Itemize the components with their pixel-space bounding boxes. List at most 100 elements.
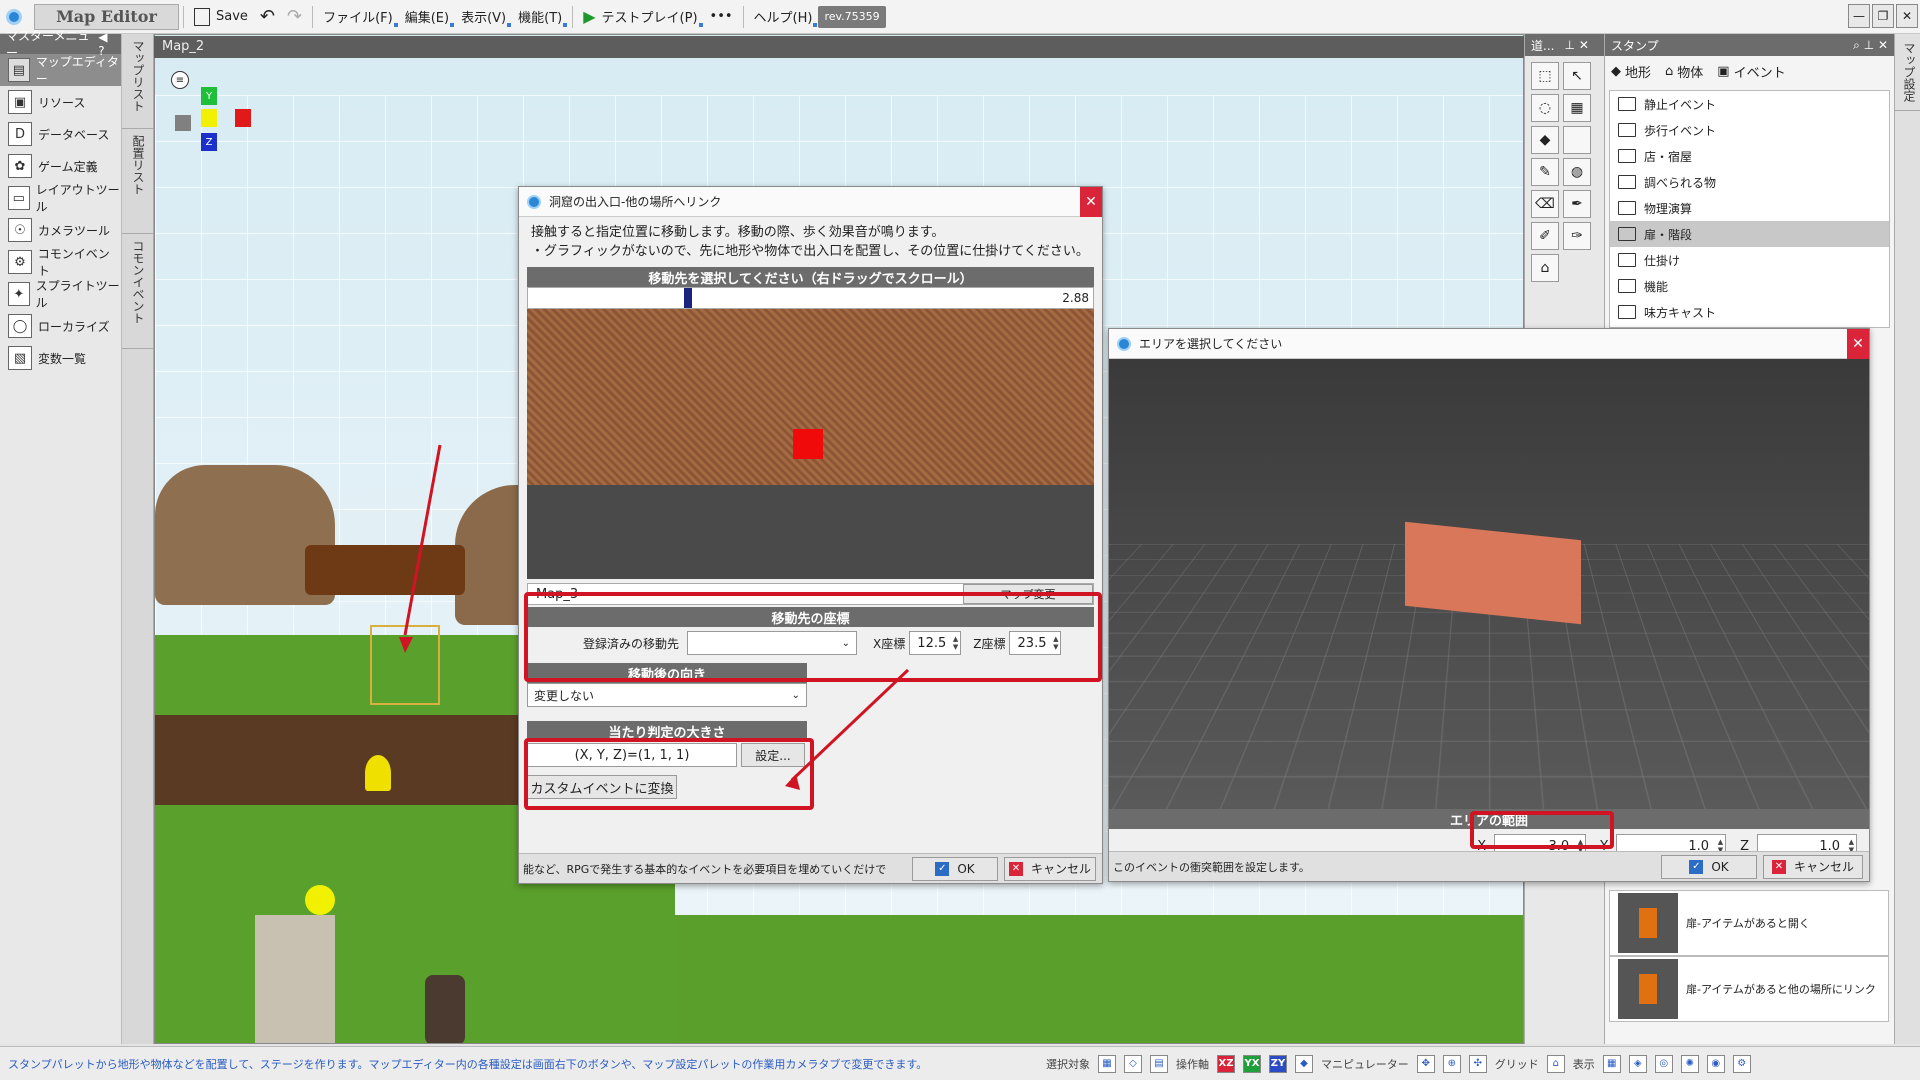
- minimize-button[interactable]: —: [1848, 4, 1870, 28]
- test-play-button[interactable]: ▶ テストプレイ(P): [577, 4, 703, 30]
- ok-button[interactable]: ✓ OK: [1661, 854, 1757, 879]
- grid-icon[interactable]: ⌂: [1546, 1054, 1565, 1073]
- house-tool-icon[interactable]: ⌂: [1531, 254, 1559, 282]
- pin-icon[interactable]: ⊥: [1564, 38, 1574, 52]
- restore-button[interactable]: ❐: [1872, 4, 1894, 28]
- axis-x-handle[interactable]: [235, 109, 251, 127]
- menu-help[interactable]: ヘルプ(H): [748, 4, 819, 30]
- redo-button[interactable]: ↷: [281, 4, 308, 30]
- rotate-manipulator-icon[interactable]: ⊕: [1442, 1054, 1461, 1073]
- pin-icon[interactable]: ⊥: [1864, 38, 1874, 52]
- axis-gizmo[interactable]: Y Z: [175, 75, 265, 155]
- cancel-button[interactable]: ✕ キャンセル: [1004, 856, 1096, 881]
- brush-tool-icon[interactable]: ✐: [1531, 222, 1559, 250]
- display-collision-icon[interactable]: ◉: [1706, 1054, 1725, 1073]
- lasso-tool-icon[interactable]: ◌: [1531, 94, 1559, 122]
- menu-file[interactable]: ファイル(F): [317, 4, 399, 30]
- map-tab[interactable]: Map_2: [154, 36, 1524, 58]
- more-button[interactable]: •••: [704, 4, 739, 30]
- display-light-icon[interactable]: ✺: [1680, 1054, 1699, 1073]
- nav-item-database[interactable]: D データベース: [0, 118, 121, 150]
- nav-item-game-definition[interactable]: ✿ ゲーム定義: [0, 150, 121, 182]
- app-icon: [0, 4, 28, 30]
- save-button[interactable]: Save: [188, 4, 254, 30]
- nav-item-camera-tool[interactable]: ☉ カメラツール: [0, 214, 121, 246]
- select-tool-icon[interactable]: ⬚: [1531, 62, 1559, 90]
- destination-map-preview[interactable]: [527, 309, 1094, 579]
- display-gear-icon[interactable]: ⚙: [1732, 1054, 1751, 1073]
- direction-select[interactable]: 変更しない ⌄: [527, 683, 807, 707]
- grid-tool-icon[interactable]: ▦: [1563, 94, 1591, 122]
- nav-item-common-event[interactable]: ⚙ コモンイベント: [0, 246, 121, 278]
- stamp-category[interactable]: 味方キャスト: [1610, 299, 1889, 325]
- tab-object[interactable]: ⌂ 物体: [1665, 62, 1703, 81]
- close-window-button[interactable]: ✕: [1896, 4, 1918, 28]
- viewport-menu-icon[interactable]: ≡: [171, 71, 189, 89]
- nav-item-sprite-tool[interactable]: ✦ スプライトツール: [0, 278, 121, 310]
- display-grid-icon[interactable]: ▦: [1602, 1054, 1621, 1073]
- tab-common-event[interactable]: コモンイベント: [122, 234, 155, 349]
- terrain-icon[interactable]: ▤: [1150, 1054, 1168, 1073]
- tab-placement-list[interactable]: 配置リスト: [122, 129, 155, 234]
- object-icon[interactable]: ◇: [1124, 1054, 1142, 1073]
- select-target-icon[interactable]: ▦: [1098, 1054, 1116, 1073]
- cancel-icon: ✕: [1771, 859, 1786, 874]
- fill-tool-icon[interactable]: ◍: [1563, 158, 1591, 186]
- nav-item-localize[interactable]: ◯ ローカライズ: [0, 310, 121, 342]
- zoom-slider[interactable]: 2.88: [527, 287, 1094, 309]
- nav-item-variable-list[interactable]: ▧ 変数一覧: [0, 342, 121, 374]
- eraser-tool-icon[interactable]: ⌫: [1531, 190, 1559, 218]
- display-camera-icon[interactable]: ◎: [1654, 1054, 1673, 1073]
- nav-item-resource[interactable]: ▣ リソース: [0, 86, 121, 118]
- stamp-category[interactable]: 歩行イベント: [1610, 117, 1889, 143]
- tab-terrain[interactable]: ◆ 地形: [1611, 62, 1651, 81]
- nav-item-layout-tool[interactable]: ▭ レイアウトツール: [0, 182, 121, 214]
- scale-manipulator-icon[interactable]: ✣: [1468, 1054, 1487, 1073]
- ok-button[interactable]: ✓ OK: [912, 856, 998, 881]
- zoom-slider-thumb[interactable]: [684, 288, 692, 308]
- highlight-hitbox-size: [524, 738, 814, 810]
- stamp-category[interactable]: 静止イベント: [1610, 91, 1889, 117]
- axis-zy-button[interactable]: ZY: [1269, 1054, 1287, 1073]
- pencil-tool-icon[interactable]: ✎: [1531, 158, 1559, 186]
- stamp-item[interactable]: 扉-アイテムがあると開く: [1609, 890, 1889, 956]
- cancel-button[interactable]: ✕ キャンセル: [1763, 854, 1863, 879]
- close-icon[interactable]: ✕: [1579, 38, 1589, 52]
- area-3d-preview[interactable]: [1109, 359, 1869, 809]
- map-settings-vtab[interactable]: マップ設定: [1894, 34, 1920, 1044]
- axis-z-handle[interactable]: Z: [201, 133, 217, 151]
- axis-y-handle[interactable]: Y: [201, 87, 217, 105]
- nav-item-map-editor[interactable]: ▤ マップエディター: [0, 54, 121, 86]
- close-icon[interactable]: ✕: [1878, 38, 1888, 52]
- axis-yx-button[interactable]: YX: [1243, 1054, 1261, 1073]
- stamp-category[interactable]: 物理演算: [1610, 195, 1889, 221]
- menu-edit[interactable]: 編集(E): [399, 4, 455, 30]
- menu-view[interactable]: 表示(V): [455, 4, 512, 30]
- search-icon[interactable]: ⌕: [1853, 38, 1860, 52]
- stamp-category[interactable]: 扉・階段: [1610, 221, 1889, 247]
- folder-icon: [1618, 279, 1636, 293]
- move-manipulator-icon[interactable]: ✥: [1416, 1054, 1435, 1073]
- display-layer-icon[interactable]: ◈: [1628, 1054, 1647, 1073]
- pointer-tool-icon[interactable]: ↖: [1563, 62, 1591, 90]
- stamp-tool-icon[interactable]: ✑: [1563, 222, 1591, 250]
- close-dialog-button[interactable]: ✕: [1080, 187, 1102, 217]
- stamp-category[interactable]: 調べられる物: [1610, 169, 1889, 195]
- tab-map-list[interactable]: マップリスト: [122, 34, 155, 129]
- blank-tool-icon[interactable]: [1563, 126, 1591, 154]
- eyedropper-tool-icon[interactable]: ✒: [1563, 190, 1591, 218]
- menu-function[interactable]: 機能(T): [512, 4, 568, 30]
- tab-event[interactable]: ▣ イベント: [1717, 62, 1785, 81]
- check-icon: ✓: [935, 861, 950, 876]
- stamp-item[interactable]: 扉-アイテムがあると他の場所にリンク: [1609, 956, 1889, 1022]
- axis-xz-button[interactable]: XZ: [1217, 1054, 1235, 1073]
- collapse-icon[interactable]: ◀: [98, 30, 107, 44]
- close-dialog-button[interactable]: ✕: [1847, 329, 1869, 359]
- cube-tool-icon[interactable]: ◆: [1531, 126, 1559, 154]
- stamp-category[interactable]: 機能: [1610, 273, 1889, 299]
- undo-button[interactable]: ↶: [254, 4, 281, 30]
- stamp-category[interactable]: 店・宿屋: [1610, 143, 1889, 169]
- cube-icon[interactable]: ◆: [1295, 1054, 1313, 1073]
- stamp-category[interactable]: 仕掛け: [1610, 247, 1889, 273]
- dialog-footer: このイベントの衝突範囲を設定します。 ✓ OK ✕ キャンセル: [1109, 851, 1869, 881]
